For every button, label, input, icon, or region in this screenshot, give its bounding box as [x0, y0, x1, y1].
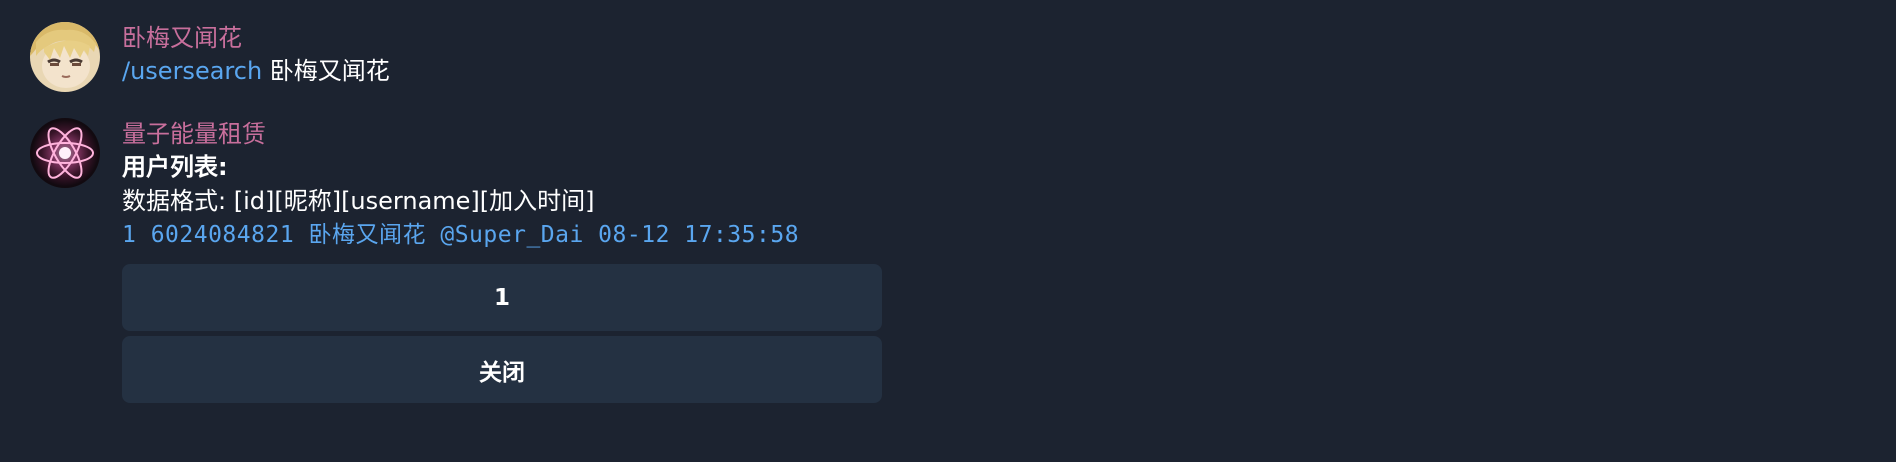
user-result-line[interactable]: 1 6024084821 卧梅又闻花 @Super_Dai 08-12 17:3… [122, 218, 882, 252]
inline-button-close[interactable]: 关闭 [122, 336, 882, 403]
inline-button-page-1[interactable]: 1 [122, 264, 882, 331]
data-format-line: 数据格式: [id][昵称][username][加入时间] [122, 187, 595, 215]
command-link[interactable]: /usersearch [122, 57, 262, 85]
sender-name[interactable]: 量子能量租赁 [122, 118, 882, 150]
result-title: 用户列表: [122, 153, 228, 181]
message-text: /usersearch 卧梅又闻花 [122, 54, 882, 88]
command-argument: 卧梅又闻花 [269, 57, 390, 85]
sender-name[interactable]: 卧梅又闻花 [122, 22, 882, 54]
atom-avatar-icon[interactable] [30, 118, 100, 188]
anime-girl-avatar-icon[interactable] [30, 22, 100, 92]
